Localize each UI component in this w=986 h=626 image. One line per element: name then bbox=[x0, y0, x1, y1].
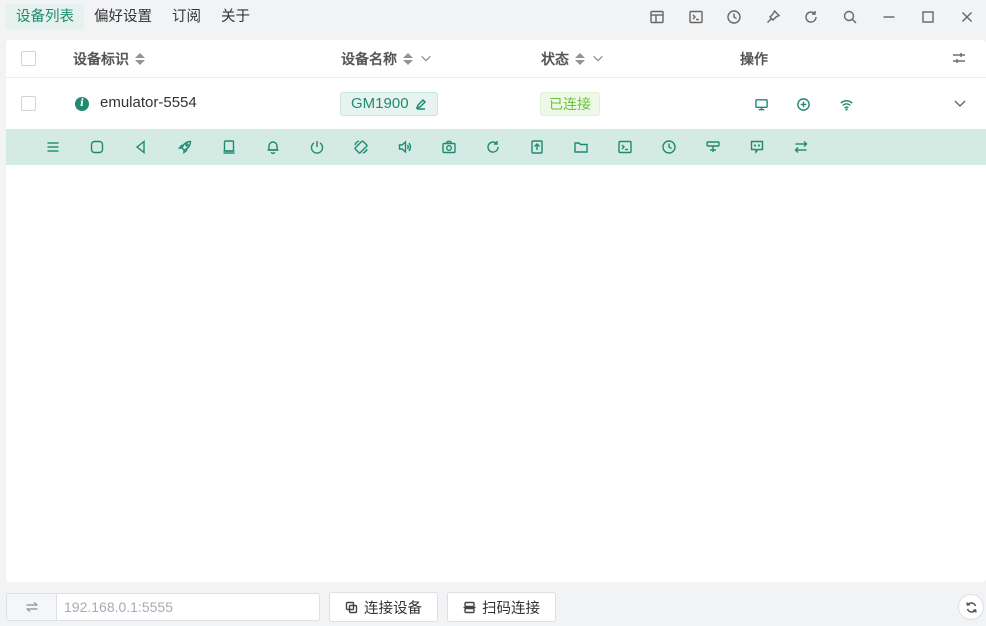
edit-icon[interactable] bbox=[415, 98, 427, 110]
pin-icon[interactable] bbox=[754, 0, 793, 34]
upload-file-icon[interactable] bbox=[515, 129, 559, 165]
settings-slider-icon[interactable] bbox=[691, 129, 735, 165]
restart-icon[interactable] bbox=[471, 129, 515, 165]
header-actions: 操作 bbox=[740, 51, 768, 67]
rotate-icon[interactable] bbox=[339, 129, 383, 165]
bell-icon[interactable] bbox=[251, 129, 295, 165]
home-icon[interactable] bbox=[75, 129, 119, 165]
shell-icon[interactable] bbox=[603, 129, 647, 165]
chevron-down-icon[interactable] bbox=[419, 51, 433, 68]
ip-address-input[interactable] bbox=[56, 593, 320, 621]
back-icon[interactable] bbox=[119, 129, 163, 165]
tab-subscription[interactable]: 订阅 bbox=[162, 4, 211, 30]
table-header: 设备标识 设备名称 状态 操作 bbox=[6, 40, 986, 78]
sort-icon[interactable] bbox=[575, 53, 585, 65]
switch-icon[interactable] bbox=[779, 129, 823, 165]
rocket-icon[interactable] bbox=[163, 129, 207, 165]
link-icon bbox=[345, 601, 358, 613]
main-tabs: 设备列表 偏好设置 订阅 关于 bbox=[0, 0, 260, 34]
refresh-icon[interactable] bbox=[958, 594, 984, 620]
add-circle-icon[interactable] bbox=[794, 95, 812, 113]
notebook-icon[interactable] bbox=[207, 129, 251, 165]
qr-connect-button[interactable]: 扫码连接 bbox=[447, 592, 556, 622]
maximize-icon[interactable] bbox=[908, 0, 947, 34]
status-badge: 已连接 bbox=[540, 92, 600, 116]
device-control-toolbar bbox=[6, 129, 986, 165]
reload-icon[interactable] bbox=[792, 0, 831, 34]
sort-icon[interactable] bbox=[403, 53, 413, 65]
menu-icon[interactable] bbox=[31, 129, 75, 165]
history-icon[interactable] bbox=[647, 129, 691, 165]
terminal-icon[interactable] bbox=[677, 0, 716, 34]
power-icon[interactable] bbox=[295, 129, 339, 165]
header-status[interactable]: 状态 bbox=[541, 49, 605, 69]
tab-device-list[interactable]: 设备列表 bbox=[6, 4, 84, 30]
tab-preferences[interactable]: 偏好设置 bbox=[84, 4, 162, 30]
title-tools bbox=[638, 0, 986, 34]
table-row[interactable]: i emulator-5554 GM1900 已连接 bbox=[6, 79, 986, 129]
volume-icon[interactable] bbox=[383, 129, 427, 165]
message-icon[interactable] bbox=[735, 129, 779, 165]
sort-icon[interactable] bbox=[135, 53, 145, 65]
monitor-icon[interactable] bbox=[752, 95, 770, 113]
minimize-icon[interactable] bbox=[869, 0, 908, 34]
row-checkbox[interactable] bbox=[21, 96, 36, 111]
header-device-id[interactable]: 设备标识 bbox=[73, 49, 145, 69]
swap-icon[interactable] bbox=[6, 593, 56, 621]
clock-icon[interactable] bbox=[715, 0, 754, 34]
bottom-bar: 连接设备 扫码连接 bbox=[0, 588, 986, 626]
wifi-icon[interactable] bbox=[837, 95, 855, 113]
device-id: emulator-5554 bbox=[100, 94, 197, 111]
folder-icon[interactable] bbox=[559, 129, 603, 165]
search-icon[interactable] bbox=[831, 0, 870, 34]
info-icon[interactable]: i bbox=[75, 97, 89, 111]
select-all-checkbox[interactable] bbox=[21, 51, 36, 66]
header-device-name[interactable]: 设备名称 bbox=[341, 49, 433, 69]
expand-chevron-icon[interactable] bbox=[952, 95, 970, 113]
title-bar: 设备列表 偏好设置 订阅 关于 bbox=[0, 0, 986, 34]
column-settings-icon[interactable] bbox=[940, 42, 978, 74]
close-icon[interactable] bbox=[947, 0, 986, 34]
camera-icon[interactable] bbox=[427, 129, 471, 165]
scan-icon bbox=[463, 601, 476, 613]
layout-icon[interactable] bbox=[638, 0, 677, 34]
device-table-panel: 设备标识 设备名称 状态 操作 i emulator-5554 GM1900 已… bbox=[6, 40, 986, 582]
tab-about[interactable]: 关于 bbox=[211, 4, 260, 30]
device-name-tag[interactable]: GM1900 bbox=[340, 92, 438, 116]
chevron-down-icon[interactable] bbox=[591, 51, 605, 68]
connect-device-button[interactable]: 连接设备 bbox=[329, 592, 438, 622]
